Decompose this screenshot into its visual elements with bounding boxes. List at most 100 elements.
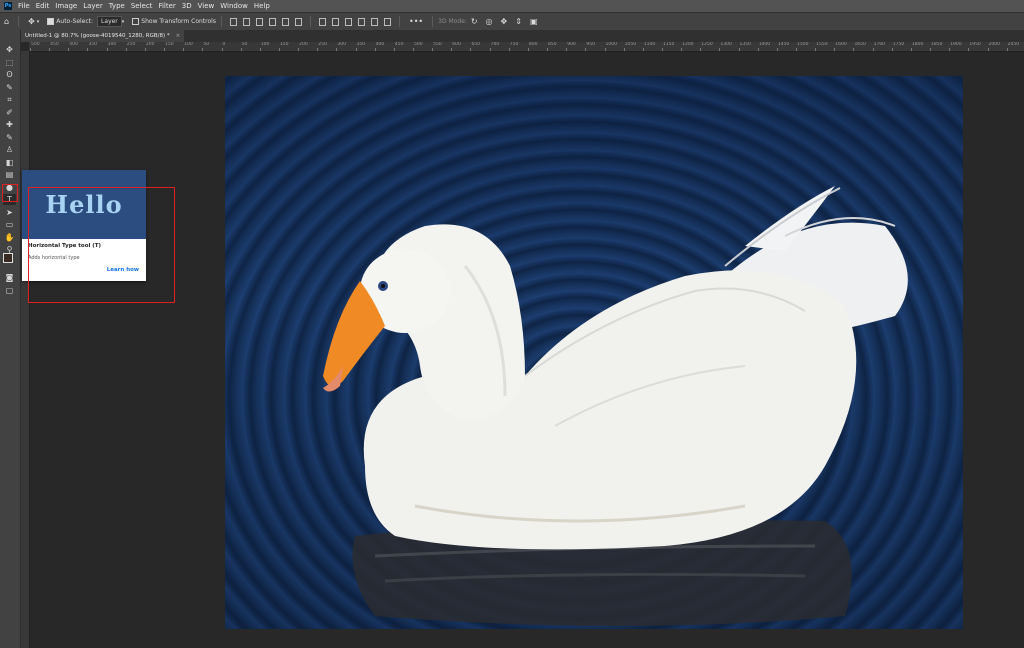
ruler-tick-label: 400 [375, 42, 385, 47]
align-right-icon[interactable] [294, 17, 302, 26]
distribute-top-icon[interactable] [318, 17, 326, 26]
auto-select-dropdown[interactable]: Layer [97, 16, 122, 27]
3d-rotate-icon[interactable]: ↻ [471, 17, 478, 26]
ruler-tick-label: 50 [241, 42, 248, 47]
chevron-down-icon[interactable]: ▾ [122, 19, 125, 25]
ruler-tick-label: 1500 [797, 42, 809, 47]
clone-stamp-tool-icon[interactable]: ♙ [3, 144, 16, 155]
ruler-tick-label: 1850 [931, 42, 943, 47]
eraser-tool-icon[interactable]: ◧ [3, 157, 16, 168]
menu-image[interactable]: Image [55, 2, 77, 10]
ruler-tick-label: 1350 [739, 42, 751, 47]
quick-mask-icon[interactable]: ◙ [3, 272, 16, 283]
ruler-tick-label: 250 [318, 42, 327, 47]
horizontal-ruler[interactable]: 500 450 400 350 300 250 200 150 100 50 0 50 100 150 20… [29, 42, 1024, 52]
distribute-right-icon[interactable] [383, 17, 391, 26]
tools-panel: ✥⬚ʘ✎⌗✐✚✎♙◧▤●T➤▭✋⚲••• ◙ ▢ [0, 30, 21, 648]
auto-select-checkbox[interactable] [47, 18, 55, 25]
gradient-tool-icon[interactable]: ▤ [3, 169, 16, 180]
document-tab[interactable]: Untitled-1 @ 80.7% (goose-4019540_1280, … [21, 30, 185, 42]
chevron-down-icon[interactable]: ▾ [37, 19, 40, 25]
foreground-color-swatch[interactable] [3, 253, 13, 263]
ruler-tick-mark [106, 48, 108, 51]
ruler-tick-mark [336, 48, 338, 51]
align-middle-icon[interactable] [242, 17, 250, 26]
ruler-tick-label: 1900 [950, 42, 962, 47]
align-center-icon[interactable] [281, 17, 289, 26]
ruler-tick-label: 2050 [1007, 42, 1020, 47]
ruler-tick-mark [240, 48, 242, 51]
ruler-tick-label: 1950 [969, 42, 981, 47]
ruler-tick-label: 700 [490, 42, 500, 47]
crop-tool-icon[interactable]: ⌗ [3, 94, 16, 105]
ruler-tick-mark [527, 48, 529, 51]
eyedropper-tool-icon[interactable]: ✐ [3, 107, 16, 118]
close-tab-icon[interactable]: × [176, 33, 181, 39]
transform-controls-checkbox[interactable] [132, 18, 140, 25]
lasso-tool-icon[interactable]: ʘ [3, 69, 16, 80]
ruler-tick-label: 1250 [701, 42, 713, 47]
menu-layer[interactable]: Layer [83, 2, 103, 10]
distribute-left-icon[interactable] [357, 17, 365, 26]
vertical-ruler[interactable] [21, 51, 30, 648]
ruler-tick-label: 1100 [643, 42, 656, 47]
ruler-tick-mark [164, 48, 166, 51]
rectangle-tool-icon[interactable]: ▭ [3, 219, 16, 230]
align-top-icon[interactable] [229, 17, 237, 26]
hand-tool-icon[interactable]: ✋ [3, 232, 16, 243]
ruler-tick-mark [910, 48, 912, 51]
menu-filter[interactable]: Filter [158, 2, 175, 10]
align-left-icon[interactable] [268, 17, 276, 26]
3d-slide-icon[interactable]: ⇕ [515, 17, 522, 26]
brush-tool-icon[interactable]: ✎ [3, 132, 16, 143]
menu-view[interactable]: View [198, 2, 215, 10]
photoshop-logo-icon[interactable]: Ps [4, 2, 12, 10]
ruler-tick-label: 850 [548, 42, 557, 47]
ruler-tick-label: 1550 [816, 42, 828, 47]
document-canvas[interactable] [225, 76, 963, 629]
menu-type[interactable]: Type [109, 2, 125, 10]
healing-brush-tool-icon[interactable]: ✚ [3, 119, 16, 130]
distribute-middle-icon[interactable] [331, 17, 339, 26]
tooltip-highlight [28, 187, 175, 303]
transform-controls-label: Show Transform Controls [141, 18, 216, 25]
distribute-center-icon[interactable] [370, 17, 378, 26]
ruler-tick-mark [776, 48, 778, 51]
menu-3d[interactable]: 3D [182, 2, 192, 10]
path-select-tool-icon[interactable]: ➤ [3, 207, 16, 218]
menu-help[interactable]: Help [254, 2, 270, 10]
ruler-tick-mark [432, 48, 434, 51]
move-tool-preset-icon[interactable]: ✥ [28, 17, 35, 26]
ruler-tick-label: 1600 [835, 42, 847, 47]
menu-window[interactable]: Window [220, 2, 248, 10]
ruler-tick-label: 600 [452, 42, 461, 47]
ruler-tick-label: 350 [356, 42, 366, 47]
marquee-tool-icon[interactable]: ⬚ [3, 57, 16, 68]
distribute-bottom-icon[interactable] [344, 17, 352, 26]
home-icon[interactable]: ⌂ [4, 17, 9, 26]
ruler-tick-mark [815, 48, 817, 51]
ruler-tick-label: 1750 [892, 42, 905, 47]
divider [309, 16, 311, 27]
ruler-tick-label: 900 [567, 42, 576, 47]
screen-mode-icon[interactable]: ▢ [3, 285, 16, 296]
menu-edit[interactable]: Edit [36, 2, 50, 10]
align-bottom-icon[interactable] [255, 17, 263, 26]
ruler-tick-mark [547, 48, 549, 51]
ruler-tick-mark [183, 48, 185, 51]
3d-roll-icon[interactable]: ◎ [486, 17, 493, 26]
ruler-tick-mark [642, 48, 644, 51]
ruler-tick-mark [585, 48, 587, 51]
ruler-tick-label: 550 [433, 42, 442, 47]
document-tab-bar: Untitled-1 @ 80.7% (goose-4019540_1280, … [21, 30, 1024, 42]
ruler-tick-mark [259, 48, 261, 51]
quick-select-tool-icon[interactable]: ✎ [3, 82, 16, 93]
3d-scale-icon[interactable]: ▣ [530, 17, 538, 26]
menu-file[interactable]: File [18, 2, 30, 10]
move-tool-icon[interactable]: ✥ [3, 44, 16, 55]
ruler-tick-label: 250 [126, 42, 136, 47]
ruler-tick-mark [470, 48, 472, 51]
more-options-icon[interactable]: ••• [409, 17, 423, 26]
3d-pan-icon[interactable]: ✥ [501, 17, 508, 26]
menu-select[interactable]: Select [131, 2, 153, 10]
